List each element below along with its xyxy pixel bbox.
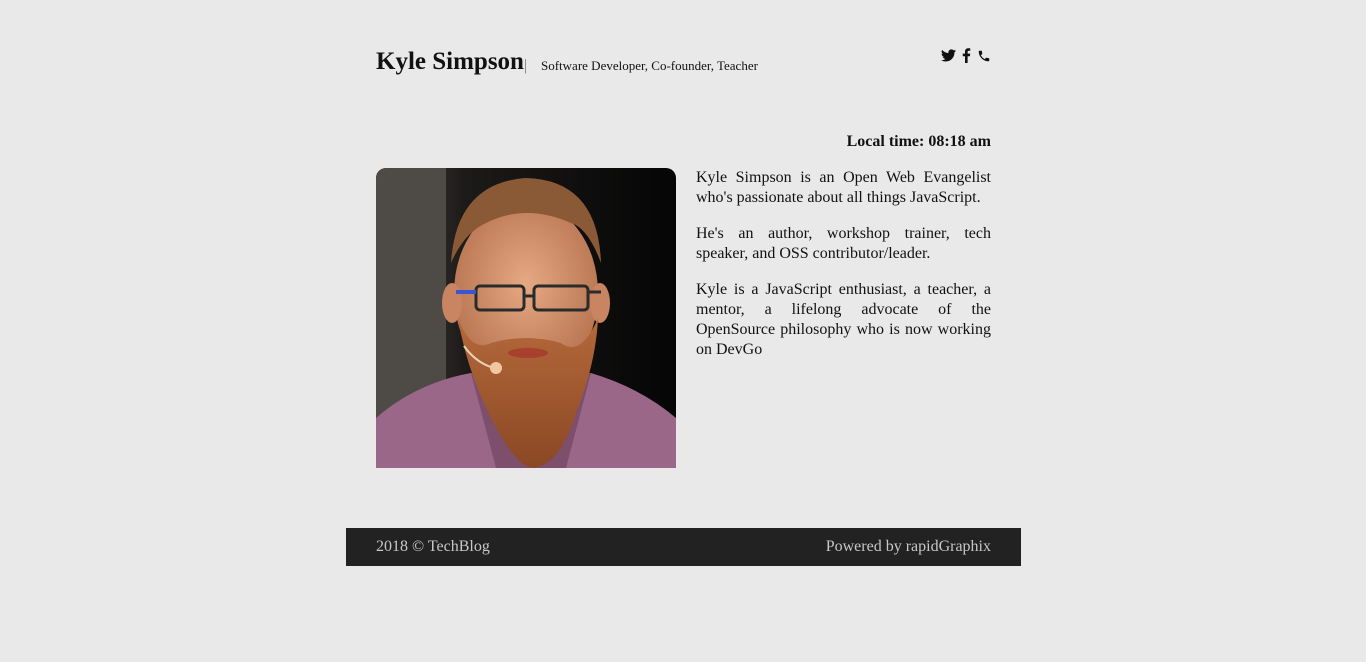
bio: Kyle Simpson is an Open Web Evangelist w… — [696, 168, 991, 376]
local-time: Local time: 08:18 am — [846, 133, 991, 150]
header: Kyle Simpson | Software Developer, Co-fo… — [376, 46, 991, 82]
footer: 2018 © TechBlog Powered by rapidGraphix — [346, 528, 1021, 566]
social-links — [941, 48, 991, 63]
footer-copyright: 2018 © TechBlog — [376, 538, 490, 555]
bio-paragraph: He's an author, workshop trainer, tech s… — [696, 225, 991, 262]
page: Kyle Simpson | Software Developer, Co-fo… — [0, 0, 1366, 662]
site-title[interactable]: Kyle Simpson — [376, 46, 524, 78]
bio-paragraph: Kyle Simpson is an Open Web Evangelist w… — [696, 169, 991, 206]
facebook-icon[interactable] — [962, 48, 971, 63]
title-divider: | — [524, 57, 528, 74]
profile-photo — [376, 168, 676, 468]
phone-icon[interactable] — [977, 49, 991, 63]
twitter-icon[interactable] — [941, 49, 956, 62]
bio-paragraph: Kyle is a JavaScript enthusiast, a teach… — [696, 281, 991, 358]
tagline: Software Developer, Co-founder, Teacher — [541, 58, 758, 73]
footer-powered-by[interactable]: Powered by rapidGraphix — [826, 538, 991, 556]
